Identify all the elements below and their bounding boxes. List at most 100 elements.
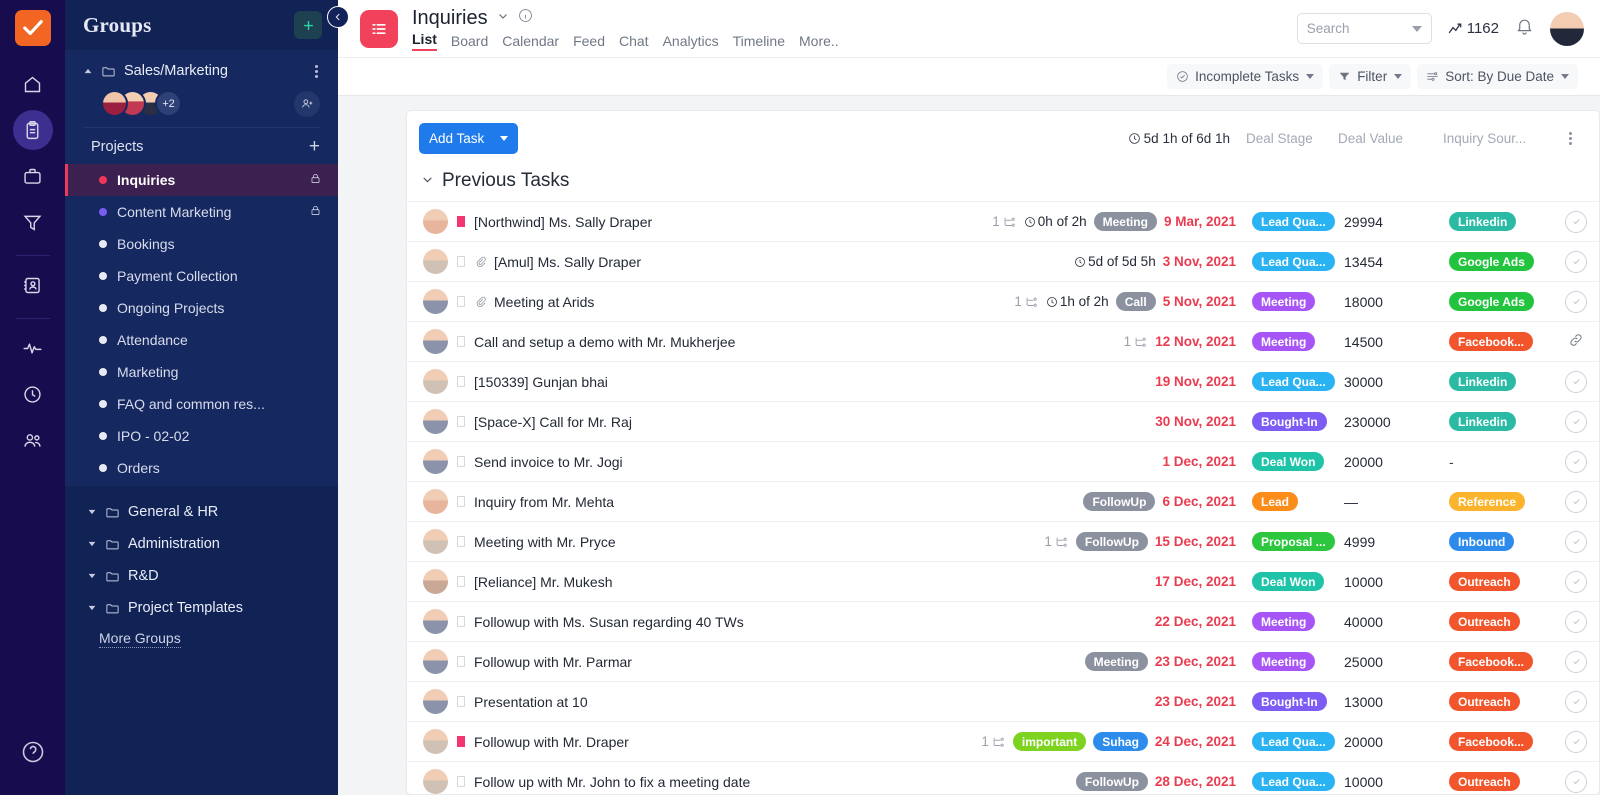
project-info-button[interactable] <box>518 8 533 28</box>
task-name[interactable]: Followup with Mr. Parmar <box>474 654 926 670</box>
sidebar-project-orders[interactable]: Orders <box>65 452 338 484</box>
deal-stage-badge[interactable]: Deal Won <box>1252 452 1324 471</box>
table-row[interactable]: Meeting at Arids11h of 2hCall5 Nov, 2021… <box>407 281 1599 321</box>
table-row[interactable]: Inquiry from Mr. MehtaFollowUp6 Dec, 202… <box>407 481 1599 521</box>
deal-value-cell[interactable]: 20000 <box>1344 454 1449 470</box>
tab-calendar[interactable]: Calendar <box>502 33 559 51</box>
add-project-button[interactable]: + <box>309 140 320 154</box>
deal-stage-badge[interactable]: Meeting <box>1252 332 1315 351</box>
assignee-avatar[interactable] <box>423 329 448 354</box>
add-task-button[interactable]: Add Task <box>419 123 518 154</box>
deal-value-cell[interactable]: 18000 <box>1344 294 1449 310</box>
member-avatars[interactable]: +2 <box>101 90 182 117</box>
complete-task-button[interactable] <box>1565 211 1587 233</box>
priority-flag-high[interactable] <box>457 736 465 747</box>
assignee-avatar[interactable] <box>423 289 448 314</box>
table-row[interactable]: Call and setup a demo with Mr. Mukherjee… <box>407 321 1599 361</box>
deal-value-cell[interactable]: 13000 <box>1344 694 1449 710</box>
sidebar-group-general-hr[interactable]: General & HR <box>65 496 338 528</box>
rail-item-people[interactable] <box>13 420 53 460</box>
search-dropdown-caret[interactable] <box>1412 26 1422 32</box>
due-date[interactable]: 28 Dec, 2021 <box>1155 774 1236 789</box>
deal-stage-badge[interactable]: Proposal ... <box>1252 532 1335 551</box>
rail-item-home[interactable] <box>13 64 53 104</box>
task-name[interactable]: [150339] Gunjan bhai <box>474 374 926 390</box>
help-button[interactable] <box>21 740 45 769</box>
tab-analytics[interactable]: Analytics <box>663 33 719 51</box>
complete-task-button[interactable] <box>1565 651 1587 673</box>
inquiry-source-badge[interactable]: Inbound <box>1449 532 1514 551</box>
search-input[interactable] <box>1307 21 1402 36</box>
inquiry-source-badge[interactable]: Facebook... <box>1449 332 1533 351</box>
table-row[interactable]: Meeting with Mr. Pryce1FollowUp15 Dec, 2… <box>407 521 1599 561</box>
sidebar-group-r-d[interactable]: R&D <box>65 560 338 592</box>
priority-flag-high[interactable] <box>457 216 465 227</box>
sidebar-project-payment-collection[interactable]: Payment Collection <box>65 260 338 292</box>
priority-flag-none[interactable] <box>457 616 465 627</box>
table-row[interactable]: [150339] Gunjan bhai19 Nov, 2021Lead Qua… <box>407 361 1599 401</box>
task-rows[interactable]: [Northwind] Ms. Sally Draper10h of 2hMee… <box>407 201 1599 794</box>
rail-item-tasks[interactable] <box>13 110 53 150</box>
task-tag[interactable]: Call <box>1116 292 1156 311</box>
sidebar-project-marketing[interactable]: Marketing <box>65 356 338 388</box>
attachment-icon[interactable] <box>474 255 487 268</box>
add-group-button[interactable] <box>294 11 322 39</box>
priority-flag-none[interactable] <box>457 416 465 427</box>
deal-value-cell[interactable]: 20000 <box>1344 734 1449 750</box>
inquiry-source-badge[interactable]: Outreach <box>1449 772 1520 791</box>
complete-task-button[interactable] <box>1565 411 1587 433</box>
assignee-avatar[interactable] <box>423 569 448 594</box>
task-name[interactable]: Send invoice to Mr. Jogi <box>474 454 926 470</box>
task-name[interactable]: Followup with Ms. Susan regarding 40 TWs <box>474 614 926 630</box>
due-date[interactable]: 23 Dec, 2021 <box>1155 654 1236 669</box>
group-expand-caret[interactable] <box>87 539 99 549</box>
task-tag[interactable]: important <box>1013 732 1086 751</box>
caret-down-icon[interactable] <box>500 136 508 141</box>
assignee-avatar[interactable] <box>423 529 448 554</box>
complete-task-button[interactable] <box>1565 531 1587 553</box>
task-name[interactable]: Follow up with Mr. John to fix a meeting… <box>474 774 926 790</box>
task-tag[interactable]: FollowUp <box>1076 532 1148 551</box>
complete-task-button[interactable] <box>1565 571 1587 593</box>
complete-task-button[interactable] <box>1565 371 1587 393</box>
table-row[interactable]: Followup with Mr. Parmar Meeting 23 Dec, 2… <box>407 641 1599 681</box>
task-tag[interactable]: Meeting <box>1085 652 1148 671</box>
complete-task-button[interactable] <box>1565 731 1587 753</box>
priority-flag-none[interactable] <box>457 576 465 587</box>
due-date[interactable]: 30 Nov, 2021 <box>1155 414 1236 429</box>
rail-item-timesheet[interactable] <box>13 374 53 414</box>
sidebar-project-content-marketing[interactable]: Content Marketing <box>65 196 338 228</box>
group-expand-caret[interactable] <box>87 571 99 581</box>
priority-flag-none[interactable] <box>457 296 465 307</box>
complete-task-button[interactable] <box>1565 491 1587 513</box>
rail-item-funnel[interactable] <box>13 202 53 242</box>
inquiry-source-badge[interactable]: Linkedin <box>1449 412 1516 431</box>
group-expand-caret[interactable] <box>87 603 99 613</box>
assignee-avatar[interactable] <box>423 489 448 514</box>
deal-value-cell[interactable]: — <box>1344 494 1449 510</box>
deal-value-cell[interactable]: 14500 <box>1344 334 1449 350</box>
deal-stage-badge[interactable]: Bought-In <box>1252 412 1327 431</box>
column-inquiry-source[interactable]: Inquiry Sour... <box>1443 131 1555 146</box>
due-date[interactable]: 24 Dec, 2021 <box>1155 734 1236 749</box>
assignee-avatar[interactable] <box>423 449 448 474</box>
task-tag[interactable]: Meeting <box>1094 212 1157 231</box>
task-name[interactable]: Inquiry from Mr. Mehta <box>474 494 926 510</box>
deal-value-cell[interactable]: 25000 <box>1344 654 1449 670</box>
task-name[interactable]: [Northwind] Ms. Sally Draper <box>474 214 926 230</box>
inquiry-source-badge[interactable]: Linkedin <box>1449 212 1516 231</box>
group-header-row[interactable]: Sales/Marketing <box>65 54 338 88</box>
sidebar-project-ongoing-projects[interactable]: Ongoing Projects <box>65 292 338 324</box>
due-date[interactable]: 23 Dec, 2021 <box>1155 694 1236 709</box>
filter-button-incomplete-tasks[interactable]: Incomplete Tasks <box>1167 64 1323 89</box>
sidebar-group-project-templates[interactable]: Project Templates <box>65 592 338 624</box>
priority-flag-none[interactable] <box>457 656 465 667</box>
filter-button-sort-by-due-date[interactable]: Sort: By Due Date <box>1417 64 1578 89</box>
assignee-avatar[interactable] <box>423 209 448 234</box>
rail-item-activity[interactable] <box>13 328 53 368</box>
priority-flag-none[interactable] <box>457 776 465 787</box>
sidebar-project-ipo-02-02[interactable]: IPO - 02-02 <box>65 420 338 452</box>
sidebar-group-administration[interactable]: Administration <box>65 528 338 560</box>
deal-stage-badge[interactable]: Meeting <box>1252 612 1315 631</box>
link-icon[interactable] <box>1568 332 1584 351</box>
